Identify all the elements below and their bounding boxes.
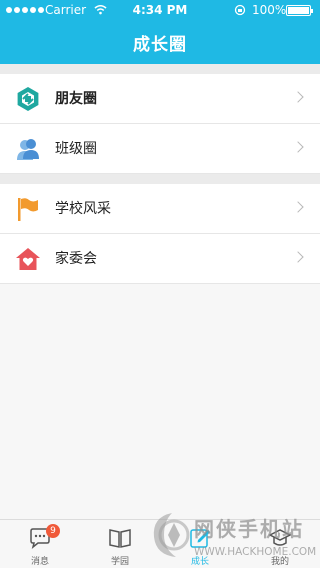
chevron-right-icon <box>292 141 304 153</box>
edit-icon <box>190 529 210 548</box>
list-item-label: 班级圈 <box>55 141 97 157</box>
section-divider <box>0 174 320 184</box>
graduation-cap-icon <box>268 529 292 546</box>
class-people-icon <box>17 139 39 160</box>
home-heart-icon <box>16 248 40 270</box>
tab-school[interactable]: 学园 <box>80 520 160 568</box>
list-item-label: 朋友圈 <box>55 91 97 107</box>
tab-messages[interactable]: 9 消息 <box>0 520 80 568</box>
list-item-parent-committee[interactable]: 家委会 <box>0 234 320 284</box>
list-item-label: 家委会 <box>55 251 97 267</box>
list-group: 学校风采 家委会 <box>0 184 320 284</box>
list-group: 朋友圈 班级圈 <box>0 74 320 174</box>
list-item-school-style[interactable]: 学校风采 <box>0 184 320 234</box>
tab-label: 消息 <box>30 557 49 567</box>
header-bar: Carrier 4:34 PM 100% 成长圈 <box>0 0 320 64</box>
tab-bar: 9 消息 学园 成长 我的 <box>0 519 320 568</box>
status-bar: Carrier 4:34 PM 100% <box>0 0 320 20</box>
book-icon <box>109 529 131 548</box>
orientation-lock-icon <box>234 4 246 16</box>
chevron-right-icon <box>292 91 304 103</box>
flag-icon <box>18 198 38 221</box>
friends-circle-icon <box>17 87 39 111</box>
chevron-right-icon <box>292 201 304 213</box>
list-item-label: 学校风采 <box>55 201 111 217</box>
list-item-friends-circle[interactable]: 朋友圈 <box>0 74 320 124</box>
page-title: 成长圈 <box>133 35 187 55</box>
unread-badge: 9 <box>46 524 60 538</box>
tab-mine[interactable]: 我的 <box>240 520 320 568</box>
tab-label: 成长 <box>190 557 209 567</box>
tab-label: 学园 <box>110 557 129 567</box>
section-divider <box>0 64 320 74</box>
tab-growth[interactable]: 成长 <box>160 520 240 568</box>
chevron-right-icon <box>292 251 304 263</box>
battery-icon <box>286 5 313 16</box>
list-item-class-circle[interactable]: 班级圈 <box>0 124 320 174</box>
tab-label: 我的 <box>270 557 289 567</box>
battery-percentage: 100% <box>252 3 287 17</box>
